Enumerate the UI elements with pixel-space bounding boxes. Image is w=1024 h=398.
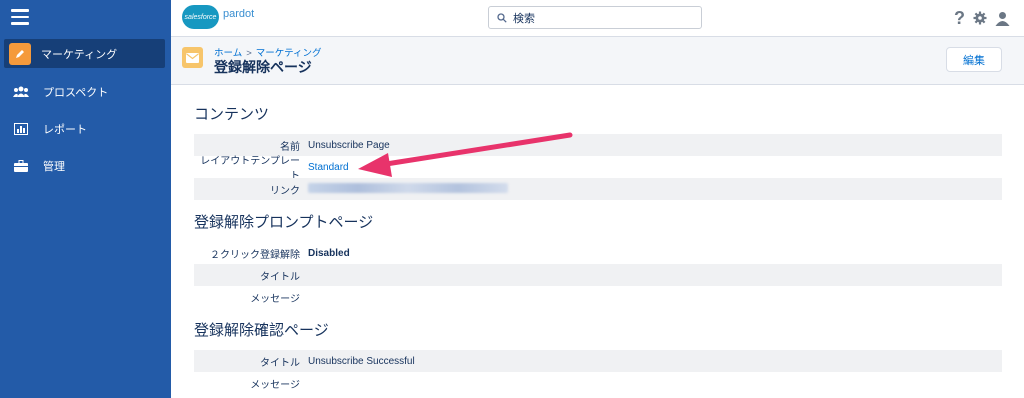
section-title-content: コンテンツ — [194, 106, 270, 123]
search-input[interactable]: 検索 — [488, 6, 702, 29]
field-row-link: リンク — [194, 178, 1002, 200]
field-value: Unsubscribe Page — [308, 139, 390, 151]
sidebar-item-label: 管理 — [43, 160, 65, 173]
search-icon — [497, 12, 507, 23]
sidebar: マーケティング プロスペクト レポート 管理 — [0, 0, 171, 398]
sidebar-item-marketing[interactable]: マーケティング — [4, 39, 165, 68]
field-value: Disabled — [308, 247, 350, 259]
pardot-logo-text: pardot — [223, 8, 255, 20]
field-label: メッセージ — [250, 379, 300, 391]
sidebar-item-admin[interactable]: 管理 — [4, 151, 165, 180]
field-row-confirm-message: メッセージ — [194, 372, 1002, 394]
sidebar-item-label: マーケティング — [41, 48, 118, 61]
help-icon[interactable]: ? — [954, 9, 965, 27]
sidebar-item-reports[interactable]: レポート — [4, 114, 165, 143]
field-value: Unsubscribe Successful — [308, 355, 415, 367]
sidebar-item-label: プロスペクト — [43, 86, 109, 99]
salesforce-pardot-logo[interactable]: salesforce pardot — [182, 5, 254, 29]
user-icon[interactable] — [995, 11, 1010, 26]
field-row-name: 名前 Unsubscribe Page — [194, 134, 1002, 156]
people-icon — [9, 80, 33, 104]
section-title-confirm: 登録解除確認ページ — [194, 322, 329, 339]
page-header: ホーム > マーケティング 登録解除ページ 編集 — [171, 37, 1024, 85]
field-label: 名前 — [280, 141, 300, 153]
pencil-icon — [9, 42, 31, 65]
layout-template-link[interactable]: Standard — [308, 162, 349, 173]
gear-icon[interactable] — [973, 11, 987, 25]
menu-icon[interactable] — [11, 9, 29, 25]
field-label: タイトル — [260, 271, 300, 283]
field-label: ２クリック登録解除 — [210, 249, 300, 261]
blurred-link-value[interactable] — [308, 182, 508, 196]
page-title: 登録解除ページ — [214, 59, 312, 75]
sidebar-item-prospects[interactable]: プロスペクト — [4, 77, 165, 106]
field-row-layout-template: レイアウトテンプレート Standard — [194, 156, 1002, 182]
field-row-title: タイトル — [194, 264, 1002, 286]
briefcase-icon — [9, 154, 33, 178]
field-row-message: メッセージ — [194, 286, 1002, 308]
field-label: タイトル — [260, 357, 300, 369]
field-row-two-click: ２クリック登録解除 Disabled — [194, 242, 1002, 264]
field-label: リンク — [270, 185, 300, 197]
edit-button[interactable]: 編集 — [946, 47, 1002, 72]
section-title-prompt: 登録解除プロンプトページ — [194, 214, 374, 231]
field-row-confirm-title: タイトル Unsubscribe Successful — [194, 350, 1002, 372]
search-placeholder: 検索 — [513, 12, 535, 25]
envelope-icon — [182, 47, 203, 68]
top-bar: salesforce pardot 検索 ? — [171, 0, 1024, 37]
field-label: メッセージ — [250, 293, 300, 305]
salesforce-cloud-logo: salesforce — [182, 5, 219, 29]
chart-icon — [9, 117, 33, 141]
sidebar-item-label: レポート — [43, 123, 87, 136]
